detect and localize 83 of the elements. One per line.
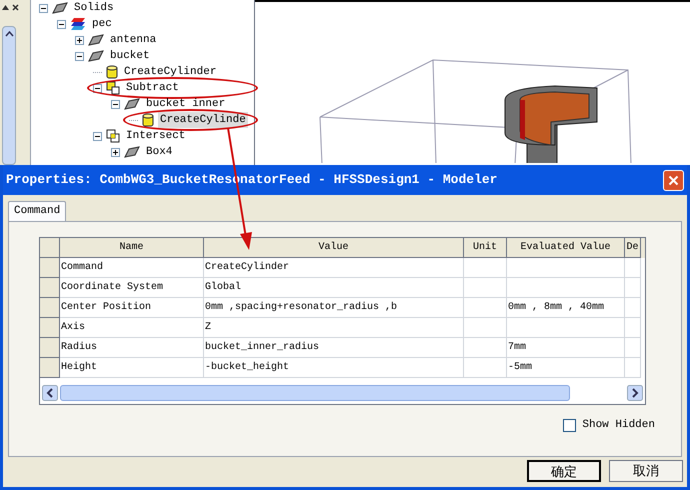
dialog-button[interactable]: 确定 xyxy=(527,460,601,482)
collapse-toggle[interactable] xyxy=(39,4,48,12)
layers-icon xyxy=(70,17,86,31)
expand-toggle[interactable] xyxy=(75,36,84,44)
collapse-toggle[interactable] xyxy=(75,52,84,60)
checkbox-label: Show Hidden xyxy=(582,418,655,433)
slab-icon xyxy=(124,146,140,158)
table-cell xyxy=(625,318,641,338)
table-cell: Coordinate System xyxy=(60,278,204,298)
table-cell: Command xyxy=(60,258,204,278)
arrow-up-icon[interactable] xyxy=(4,31,14,37)
table-cell: bucket_inner_radius xyxy=(204,338,464,358)
subtract-icon xyxy=(106,81,120,95)
slab-icon xyxy=(52,2,68,14)
table-cell xyxy=(625,298,641,318)
collapse-toggle[interactable] xyxy=(93,132,102,140)
row-header[interactable] xyxy=(40,278,60,298)
collapse-toggle[interactable] xyxy=(111,100,120,108)
tree-item[interactable]: bucket inner xyxy=(144,96,228,112)
table-cell xyxy=(625,258,641,278)
slab-icon xyxy=(124,98,140,110)
table-cell xyxy=(464,338,507,358)
table-cell xyxy=(464,258,507,278)
column-header[interactable]: De xyxy=(625,238,641,258)
table-cell: -bucket_height xyxy=(204,358,464,378)
row-header[interactable] xyxy=(40,258,60,278)
cylinder-icon xyxy=(142,113,154,127)
table-cell: 7mm xyxy=(507,338,625,358)
dialog-button[interactable]: 取消 xyxy=(609,460,683,482)
expand-toggle[interactable] xyxy=(111,148,120,156)
tree-item[interactable]: CreateCylinder xyxy=(122,64,218,80)
table-cell: CreateCylinder xyxy=(204,258,464,278)
plus-icon xyxy=(112,148,119,156)
intersect-icon xyxy=(106,129,120,143)
table-cell: Z xyxy=(204,318,464,338)
row-header[interactable] xyxy=(40,358,60,378)
cylinder-icon xyxy=(106,65,118,79)
column-header[interactable]: Unit xyxy=(464,238,507,258)
arrow-left-icon[interactable] xyxy=(42,385,58,401)
close-button[interactable] xyxy=(663,170,684,190)
table-cell xyxy=(464,298,507,318)
row-header[interactable] xyxy=(40,298,60,318)
table-cell xyxy=(625,358,641,378)
column-header[interactable]: Name xyxy=(60,238,204,258)
scrollbar-thumb[interactable] xyxy=(60,385,570,401)
tree-item[interactable]: CreateCylinde xyxy=(158,112,248,128)
slab-icon xyxy=(88,50,104,62)
tree-item[interactable]: pec xyxy=(90,16,114,32)
table-cell: Radius xyxy=(60,338,204,358)
table-cell: Height xyxy=(60,358,204,378)
tree-item[interactable]: Intersect xyxy=(124,128,188,144)
table-cell: Center Position xyxy=(60,298,204,318)
table-cell: 0mm ,spacing+resonator_radius ,b xyxy=(204,298,464,318)
collapse-toggle[interactable] xyxy=(93,84,102,92)
tree-item[interactable]: bucket xyxy=(108,48,152,64)
arrow-right-icon[interactable] xyxy=(627,385,643,401)
tree-item[interactable]: Subtract xyxy=(124,80,181,96)
tree-item[interactable]: Box4 xyxy=(144,144,174,160)
row-header[interactable] xyxy=(40,338,60,358)
table-cell: 0mm , 8mm , 40mm xyxy=(507,298,625,318)
caret-up-icon[interactable] xyxy=(2,4,9,10)
scrollbar[interactable] xyxy=(2,26,16,165)
column-header[interactable]: Value xyxy=(204,238,464,258)
table-cell: Global xyxy=(204,278,464,298)
tree-item[interactable]: Solids xyxy=(72,0,116,16)
plus-icon xyxy=(76,36,83,44)
table-cell xyxy=(625,278,641,298)
checkbox[interactable] xyxy=(563,418,576,432)
column-header[interactable]: Evaluated Value xyxy=(507,238,625,258)
collapse-toggle[interactable] xyxy=(57,20,66,28)
close-icon xyxy=(668,174,679,186)
table-cell: Axis xyxy=(60,318,204,338)
table-cell xyxy=(625,338,641,358)
tab[interactable]: Command xyxy=(8,201,66,221)
tree-item[interactable]: antenna xyxy=(108,32,158,48)
table-cell xyxy=(464,278,507,298)
close-icon[interactable] xyxy=(12,4,19,10)
row-header[interactable] xyxy=(40,318,60,338)
slab-icon xyxy=(88,34,104,46)
horizontal-scrollbar[interactable] xyxy=(42,384,643,402)
table-cell xyxy=(464,358,507,378)
table-cell: -5mm xyxy=(507,358,625,378)
table-cell xyxy=(464,318,507,338)
